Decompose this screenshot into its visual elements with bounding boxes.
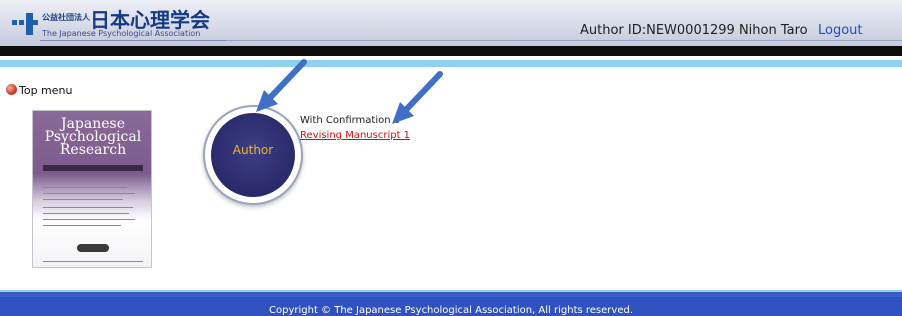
copyright-text: Copyright © The Japanese Psychological A… [269,305,633,316]
header-black-bar [0,46,902,56]
cover-line [43,181,133,182]
header-blue-bar [0,60,902,67]
user-info: Author ID:NEW0001299 Nihon Taro [580,23,808,38]
cover-line [43,225,121,226]
with-confirmation-text: With Confirmation 0 [300,115,401,126]
page: 公益社団法人 日本心理学会 The Japanese Psychological… [0,0,902,316]
cover-title: Japanese Psychological Research [33,117,151,158]
org-name-en: The Japanese Psychological Association [42,29,201,38]
top-menu-title: Top menu [19,84,73,97]
cover-band [43,165,143,171]
header: 公益社団法人 日本心理学会 The Japanese Psychological… [0,0,902,46]
pointer-arrow-icon [256,59,307,112]
header-rule [226,40,902,41]
pointer-arrow-icon [392,71,443,124]
author-button-label: Author [232,143,274,157]
publisher-logo-icon [77,244,109,252]
cover-line [43,199,123,200]
cover-line [43,207,133,208]
cover-line [43,193,135,194]
logo-underline [40,40,230,41]
journal-cover-image: Japanese Psychological Research [32,110,152,268]
cover-title-line: Research [59,142,127,158]
author-button-inner: Author [211,113,295,197]
cover-line [43,261,143,262]
org-prefix: 公益社団法人 [42,13,90,22]
logo-mark-icon [12,13,38,35]
author-button[interactable]: Author [203,105,303,205]
revising-manuscript-link[interactable]: Revising Manuscript 1 [300,130,410,141]
cover-line [43,219,135,220]
footer: Copyright © The Japanese Psychological A… [0,297,902,316]
bullet-icon [6,84,17,95]
logout-link[interactable]: Logout [818,23,863,38]
cover-line [43,187,127,188]
cover-line [43,213,129,214]
